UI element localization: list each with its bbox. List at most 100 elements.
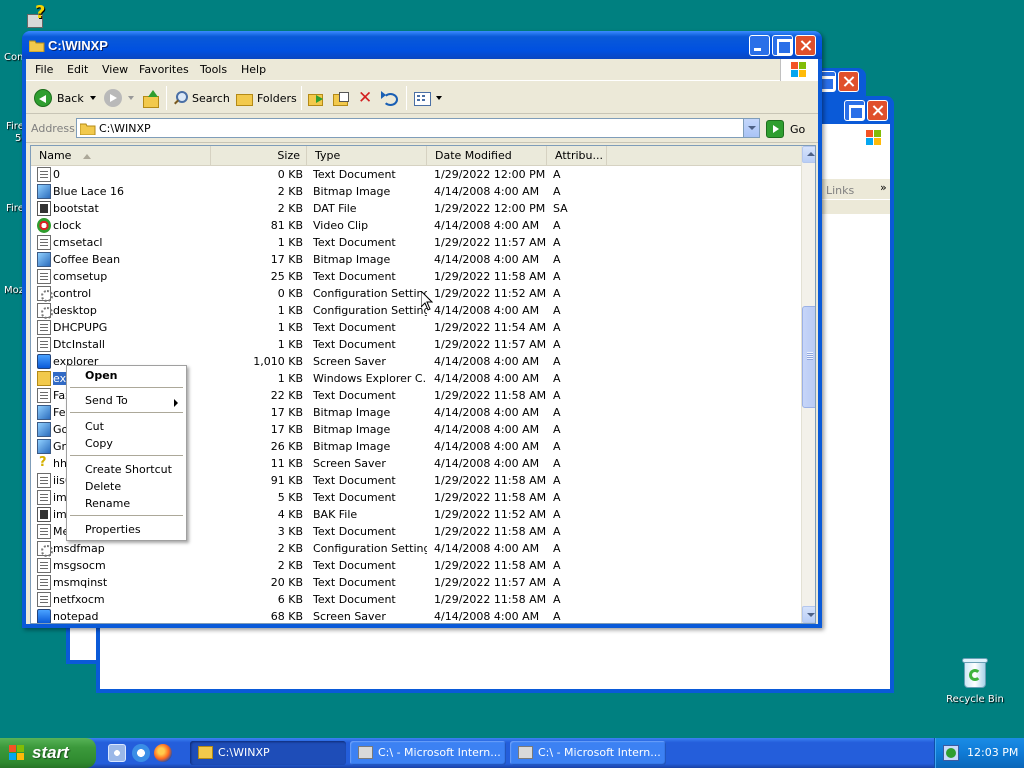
column-header-attributes[interactable]: Attribu... [547,146,607,166]
folders-button[interactable]: Folders [236,87,297,109]
file-date-modified: 4/14/2008 4:00 AM [434,438,552,455]
views-button[interactable] [414,87,442,109]
close-icon[interactable] [867,100,888,121]
taskbar-button-ie-2[interactable]: C:\ - Microsoft Intern... [510,741,666,765]
scroll-up-arrow-icon[interactable] [802,146,815,163]
bitmap-file-icon [37,184,51,199]
firefox-icon[interactable] [154,744,172,762]
close-button[interactable] [795,35,816,56]
file-attributes-text: A [553,168,561,181]
desktop-icon-label[interactable]: 5 [15,133,21,144]
column-header-date-modified[interactable]: Date Modified [427,146,547,166]
scrollbar-thumb[interactable] [802,306,815,408]
file-row[interactable]: bootstat 2 KB DAT File 1/29/2022 12:00 PM SA [31,200,801,217]
taskbar-button-winxp[interactable]: C:\WINXP [190,741,346,765]
start-label: start [32,743,69,762]
taskbar-button-ie-1[interactable]: C:\ - Microsoft Intern... [350,741,506,765]
file-attributes: A [553,421,613,438]
file-row[interactable]: msdfmap 2 KB Configuration Settings 4/14/20… [31,540,801,557]
menu-favorites[interactable]: Favorites [139,63,189,76]
column-header-type[interactable]: Type [307,146,427,166]
forward-button[interactable] [104,87,134,109]
file-row[interactable]: notepad 68 KB Screen Saver 4/14/2008 4:00 A… [31,608,801,623]
file-row[interactable]: desktop 1 KB Configuration Settings 4/14/20… [31,302,801,319]
file-row[interactable]: msmqinst 20 KB Text Document 1/29/2022 11:5… [31,574,801,591]
start-button[interactable]: start [0,738,96,768]
links-label[interactable]: Links [826,184,854,197]
file-row[interactable]: msgsocm 2 KB Text Document 1/29/2022 11:58 … [31,557,801,574]
chevron-down-icon[interactable] [128,96,134,100]
file-row[interactable]: Coffee Bean 17 KB Bitmap Image 4/14/2008 4:… [31,251,801,268]
menu-item-rename[interactable]: Rename [85,497,130,510]
menu-file[interactable]: File [35,63,53,76]
context-menu: Open Send To Cut Copy Create Shortcut De… [66,365,187,541]
internet-explorer-icon[interactable] [132,744,150,762]
file-attributes: A [553,523,613,540]
scroll-down-arrow-icon[interactable] [802,606,815,623]
search-button[interactable]: Search [173,87,230,109]
file-row[interactable]: DHCPUPG 1 KB Text Document 1/29/2022 11:54 … [31,319,801,336]
file-date-modified: 4/14/2008 4:00 AM [434,370,552,387]
chevron-down-icon[interactable] [436,96,442,100]
network-icon[interactable] [943,745,959,761]
help-computer-icon[interactable]: ? [27,2,49,32]
views-icon [414,90,431,106]
go-button[interactable]: Go [766,119,805,139]
chevron-down-icon[interactable] [89,96,96,100]
title-bar[interactable]: C:\WINXP [22,31,822,59]
desktop-icon-label[interactable]: Moz [4,285,24,296]
menu-help[interactable]: Help [241,63,266,76]
file-row[interactable]: cmsetacl 1 KB Text Document 1/29/2022 11:57… [31,234,801,251]
file-row[interactable]: 0 0 KB Text Document 1/29/2022 12:00 PM A [31,166,801,183]
file-attributes: A [553,472,613,489]
chevron-right-icon[interactable]: » [880,181,887,194]
delete-button[interactable]: ✕ [358,87,374,109]
column-header-size[interactable]: Size [211,146,307,166]
video-file-icon [37,218,51,233]
column-header-name[interactable]: Name [31,146,211,166]
vertical-scrollbar[interactable] [801,146,815,623]
menu-item-send-to[interactable]: Send To [85,394,128,407]
menu-item-create-shortcut[interactable]: Create Shortcut [85,463,172,476]
menu-edit[interactable]: Edit [67,63,88,76]
file-name: desktop [53,302,203,319]
clock[interactable]: 12:03 PM [967,746,1018,759]
menu-view[interactable]: View [102,63,128,76]
close-icon[interactable] [838,71,859,92]
file-type: Text Document [313,489,427,506]
file-type: Text Document [313,574,427,591]
copy-to-button[interactable] [333,87,349,109]
file-type: Text Document [313,336,427,353]
dat-file-icon [37,201,51,216]
search-label: Search [192,91,230,105]
move-to-button[interactable] [308,87,324,109]
undo-button[interactable] [381,87,398,109]
menu-item-open[interactable]: Open [85,369,118,382]
file-date-modified-text: 1/29/2022 11:58 AM [434,474,547,487]
menu-item-properties[interactable]: Properties [85,523,141,536]
file-row[interactable]: Blue Lace 16 2 KB Bitmap Image 4/14/2008 4:… [31,183,801,200]
file-row[interactable]: clock 81 KB Video Clip 4/14/2008 4:00 AM A [31,217,801,234]
menu-item-delete[interactable]: Delete [85,480,121,493]
maximize-button[interactable] [772,35,793,56]
file-row[interactable]: netfxocm 6 KB Text Document 1/29/2022 11:58… [31,591,801,608]
address-input[interactable]: C:\WINXP [76,118,760,138]
bitmap-file-icon [37,422,51,437]
minimize-button[interactable] [749,35,770,56]
menu-item-cut[interactable]: Cut [85,420,104,433]
show-desktop-icon[interactable] [108,744,126,762]
back-button[interactable]: Back [34,87,96,109]
up-button[interactable] [143,87,159,109]
maximize-icon[interactable] [844,100,865,121]
menu-item-copy[interactable]: Copy [85,437,113,450]
screensaver-file-icon [37,354,51,369]
file-type: Screen Saver [313,455,427,472]
chevron-down-icon[interactable] [743,119,759,137]
menu-tools[interactable]: Tools [200,63,227,76]
file-row[interactable]: comsetup 25 KB Text Document 1/29/2022 11:5… [31,268,801,285]
file-attributes: A [553,455,613,472]
recycle-bin[interactable]: Recycle Bin [940,656,1010,705]
file-row[interactable]: control 0 KB Configuration Settings 1/29/20… [31,285,801,302]
file-row[interactable]: DtcInstall 1 KB Text Document 1/29/2022 11:… [31,336,801,353]
file-size: 2 KB [203,540,303,557]
